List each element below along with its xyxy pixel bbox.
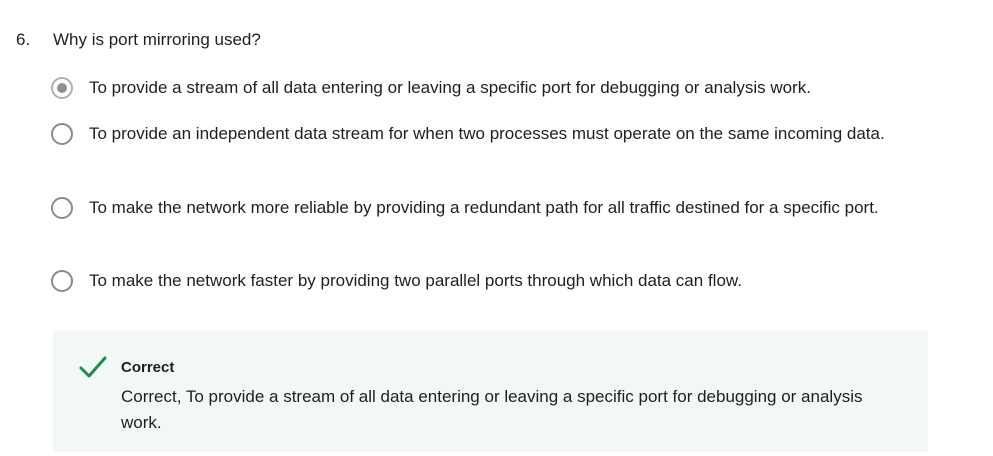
question-number: 6.: [16, 30, 31, 49]
radio-button-selected[interactable]: [51, 77, 73, 99]
quiz-question: 6. Why is port mirroring used? To provid…: [0, 0, 993, 456]
feedback-panel: Correct Correct, To provide a stream of …: [53, 331, 928, 452]
answer-option-label: To provide a stream of all data entering…: [89, 78, 811, 97]
answer-option-label: To make the network faster by providing …: [89, 271, 742, 290]
answer-option-label: To provide an independent data stream fo…: [89, 124, 885, 143]
feedback-text: Correct, To provide a stream of all data…: [121, 387, 863, 432]
question-text: Why is port mirroring used?: [53, 30, 261, 49]
checkmark-icon: [79, 356, 107, 378]
radio-button[interactable]: [51, 197, 73, 219]
answer-option-label: To make the network more reliable by pro…: [89, 198, 879, 217]
radio-button[interactable]: [51, 123, 73, 145]
radio-button[interactable]: [51, 270, 73, 292]
feedback-title: Correct: [121, 359, 175, 376]
